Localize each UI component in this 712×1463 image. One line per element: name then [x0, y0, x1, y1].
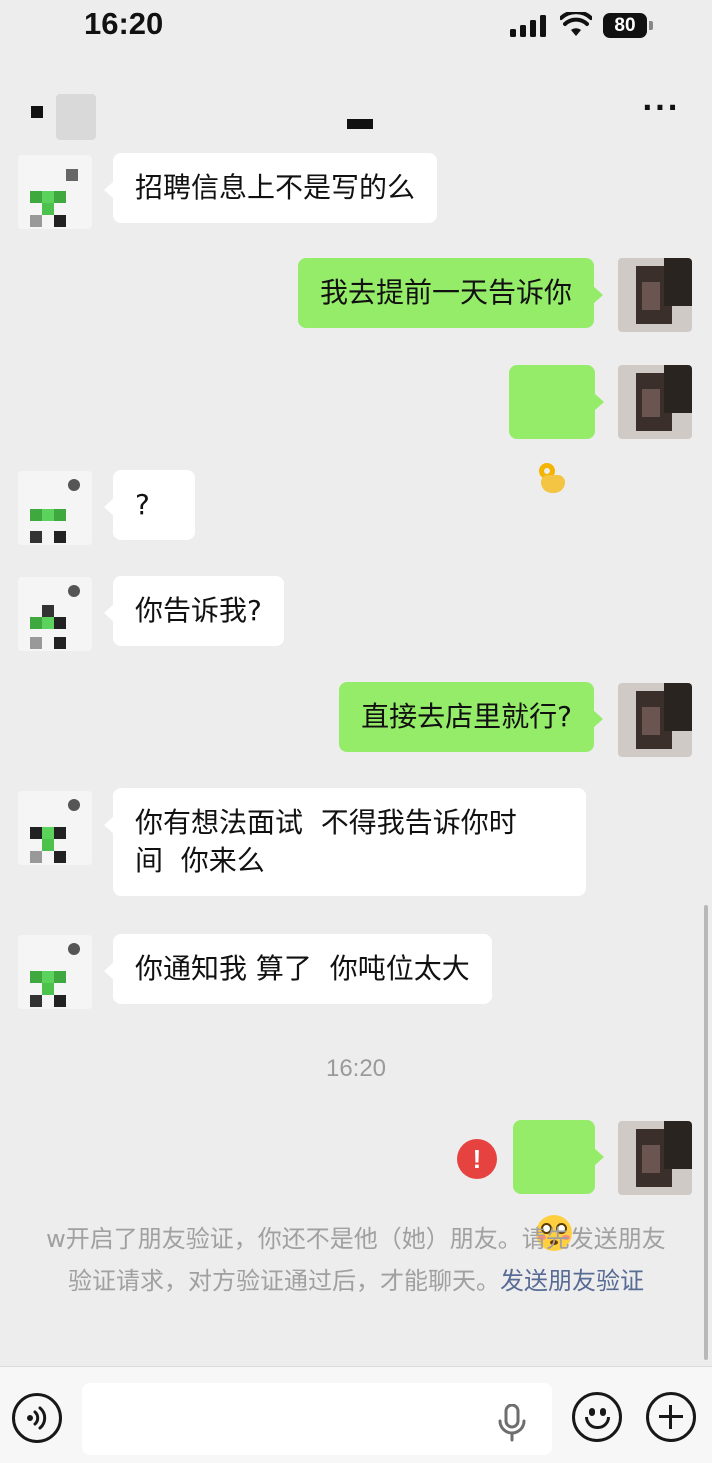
chat-title-mask: [347, 119, 373, 129]
status-time: 16:20: [84, 6, 164, 41]
send-failed-icon[interactable]: !: [457, 1139, 497, 1179]
back-mask-blur: [56, 94, 96, 140]
contact-avatar[interactable]: [18, 791, 92, 865]
message-bubble[interactable]: ?: [104, 470, 195, 540]
emoji-icon[interactable]: [572, 1392, 622, 1442]
user-avatar[interactable]: [618, 365, 692, 439]
plus-icon[interactable]: [646, 1392, 696, 1442]
contact-avatar[interactable]: [18, 155, 92, 229]
message-bubble[interactable]: 你通知我 算了 你吨位太大: [104, 934, 492, 1004]
user-avatar[interactable]: [618, 683, 692, 757]
contact-avatar[interactable]: [18, 577, 92, 651]
wifi-icon: [560, 12, 592, 36]
status-bar: 16:20 80: [0, 0, 712, 58]
mic-icon[interactable]: [497, 1404, 527, 1442]
back-icon[interactable]: [26, 94, 102, 144]
scrollbar[interactable]: [704, 905, 708, 1360]
system-notice: w开启了朋友验证，你还不是他（她）朋友。请先发送朋友验证请求，对方验证通过后，才…: [40, 1218, 672, 1302]
contact-avatar[interactable]: [18, 935, 92, 1009]
chat-history[interactable]: 招聘信息上不是写的么 我去提前一天告诉你 ? 你告诉我? 直接去店里就行? 你有…: [0, 150, 712, 1365]
message-bubble[interactable]: [509, 365, 604, 493]
ok-hand-emoji: [535, 461, 569, 495]
message-bubble[interactable]: 你告诉我?: [104, 576, 284, 646]
message-bubble[interactable]: 招聘信息上不是写的么: [103, 153, 438, 223]
message-bubble[interactable]: 直接去店里就行?: [339, 682, 603, 752]
send-verification-link[interactable]: 发送朋友验证: [500, 1267, 644, 1295]
battery-icon: 80: [603, 13, 647, 38]
back-mask: [31, 106, 43, 118]
contact-avatar[interactable]: [18, 471, 92, 545]
message-bubble[interactable]: 你有想法面试 不得我告诉你时 间 你来么: [104, 788, 586, 896]
battery-cap: [649, 21, 653, 30]
message-bubble[interactable]: 我去提前一天告诉你: [297, 258, 604, 328]
message-bubble[interactable]: [513, 1120, 604, 1251]
message-timestamp: 16:20: [325, 1055, 387, 1082]
chat-header: ···: [0, 58, 712, 153]
message-input[interactable]: [82, 1383, 552, 1455]
signal-icon: [510, 15, 546, 37]
voice-icon[interactable]: [12, 1393, 62, 1443]
user-avatar[interactable]: [618, 1121, 692, 1195]
input-bar: [0, 1366, 712, 1463]
user-avatar[interactable]: [618, 258, 692, 332]
more-icon[interactable]: ···: [642, 94, 682, 122]
